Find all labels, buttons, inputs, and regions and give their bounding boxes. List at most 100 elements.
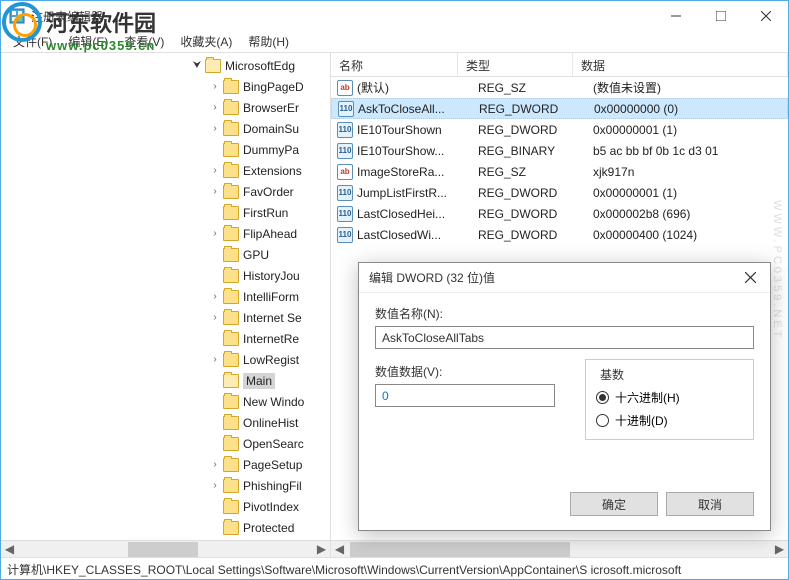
chevron-right-icon[interactable] [209,270,221,282]
tree-item[interactable]: DummyPa [191,139,330,160]
list-row[interactable]: 110AskToCloseAll...REG_DWORD0x00000000 (… [331,98,788,119]
tree-item[interactable]: ›DomainSu [191,118,330,139]
chevron-right-icon[interactable]: › [209,81,221,93]
radio-hex[interactable]: 十六进制(H) [596,389,743,406]
tree-item[interactable]: ›Internet Se [191,307,330,328]
list-hscrollbar[interactable]: ◀ ▶ [331,540,788,557]
scroll-right-icon[interactable]: ▶ [771,541,788,558]
cell-type: REG_DWORD [478,228,593,242]
menu-file[interactable]: 文件(F) [5,31,60,52]
tree-item-label: Extensions [243,164,302,178]
tree-item[interactable]: New Windo [191,391,330,412]
list-row[interactable]: 110IE10TourShownREG_DWORD0x00000001 (1) [331,119,788,140]
chevron-right-icon[interactable]: › [209,312,221,324]
chevron-right-icon[interactable] [209,438,221,450]
chevron-right-icon[interactable] [209,333,221,345]
chevron-right-icon[interactable]: › [209,459,221,471]
scroll-left-icon[interactable]: ◀ [331,541,348,558]
dialog-close-button[interactable] [730,263,770,292]
value-list[interactable]: ab(默认)REG_SZ(数值未设置)110AskToCloseAll...RE… [331,77,788,245]
chevron-right-icon[interactable] [209,375,221,387]
list-row[interactable]: ab(默认)REG_SZ(数值未设置) [331,77,788,98]
chevron-right-icon[interactable] [209,249,221,261]
tree-item[interactable]: ⮟ MicrosoftEdg [191,55,330,76]
chevron-right-icon[interactable] [209,522,221,534]
tree-item[interactable]: › Extensions [191,160,330,181]
tree-item[interactable]: ›LowRegist [191,349,330,370]
list-row[interactable]: 110LastClosedWi...REG_DWORD0x00000400 (1… [331,224,788,245]
cell-name: (默认) [357,79,478,96]
registry-tree[interactable]: ⮟ MicrosoftEdg ›BingPageD›BrowserEr›Domain… [1,53,330,557]
chevron-right-icon[interactable] [209,501,221,513]
tree-item[interactable]: InternetRe [191,328,330,349]
folder-icon [223,353,239,367]
chevron-right-icon[interactable]: › [209,291,221,303]
tree-item[interactable]: ›BrowserEr [191,97,330,118]
folder-icon [223,479,239,493]
menu-edit[interactable]: 编辑(E) [60,31,116,52]
tree-item[interactable]: FirstRun [191,202,330,223]
titlebar: 注册表编辑器 [1,1,788,31]
list-row[interactable]: 110JumpListFirstR...REG_DWORD0x00000001 … [331,182,788,203]
tree-hscrollbar[interactable]: ◀ ▶ [1,540,330,557]
tree-item[interactable]: ›PhishingFil [191,475,330,496]
cell-data: 0x00000400 (1024) [593,228,697,242]
close-button[interactable] [743,2,788,31]
tree-item[interactable]: Protected [191,517,330,538]
chevron-right-icon[interactable]: › [209,123,221,135]
tree-item[interactable]: ›BingPageD [191,76,330,97]
cell-name: IE10TourShown [357,123,478,137]
tree-item[interactable]: ›PageSetup [191,454,330,475]
scroll-left-icon[interactable]: ◀ [1,541,18,558]
tree-item[interactable]: HistoryJou [191,265,330,286]
chevron-right-icon[interactable]: › [209,480,221,492]
chevron-right-icon[interactable]: › [209,228,221,240]
list-row[interactable]: 110IE10TourShow...REG_BINARYb5 ac bb bf … [331,140,788,161]
folder-icon [223,206,239,220]
tree-item[interactable]: OnlineHist [191,412,330,433]
list-row[interactable]: abImageStoreRa...REG_SZxjk917n [331,161,788,182]
folder-icon [223,290,239,304]
menubar: 文件(F) 编辑(E) 查看(V) 收藏夹(A) 帮助(H) [1,31,788,53]
value-name-input[interactable] [375,326,754,349]
tree-item[interactable]: Main [191,370,330,391]
chevron-right-icon[interactable]: › [209,354,221,366]
tree-item[interactable]: PivotIndex [191,496,330,517]
chevron-right-icon[interactable]: › [209,102,221,114]
col-header-name[interactable]: 名称 [331,53,458,76]
chevron-right-icon[interactable] [209,396,221,408]
chevron-down-icon[interactable]: ⮟ [191,60,203,72]
chevron-right-icon[interactable] [209,417,221,429]
col-header-type[interactable]: 类型 [458,53,573,76]
tree-item-label: GPU [243,248,269,262]
cancel-button[interactable]: 取消 [666,492,754,516]
radio-hex-label: 十六进制(H) [615,389,680,406]
menu-favorites[interactable]: 收藏夹(A) [172,31,240,52]
chevron-right-icon[interactable] [209,207,221,219]
tree-item-label: IntelliForm [243,290,299,304]
tree-item-label: MicrosoftEdg [225,59,295,73]
value-data-input[interactable] [375,384,555,407]
list-row[interactable]: 110LastClosedHei...REG_DWORD0x000002b8 (… [331,203,788,224]
folder-icon [223,248,239,262]
tree-item[interactable]: GPU [191,244,330,265]
scroll-right-icon[interactable]: ▶ [313,541,330,558]
folder-icon [205,59,221,73]
maximize-button[interactable] [698,2,743,31]
menu-help[interactable]: 帮助(H) [240,31,297,52]
tree-item[interactable]: › IntelliForm [191,286,330,307]
chevron-right-icon[interactable] [209,144,221,156]
menu-view[interactable]: 查看(V) [116,31,172,52]
chevron-right-icon[interactable]: › [209,186,221,198]
chevron-right-icon[interactable]: › [209,165,221,177]
tree-item[interactable]: ›FlipAhead [191,223,330,244]
col-header-data[interactable]: 数据 [573,53,788,76]
tree-item-label: FirstRun [243,206,288,220]
folder-icon [223,227,239,241]
tree-item[interactable]: ›FavOrder [191,181,330,202]
tree-item[interactable]: OpenSearc [191,433,330,454]
minimize-button[interactable] [653,2,698,31]
radio-dec-label: 十进制(D) [615,412,668,429]
ok-button[interactable]: 确定 [570,492,658,516]
radio-dec[interactable]: 十进制(D) [596,412,743,429]
